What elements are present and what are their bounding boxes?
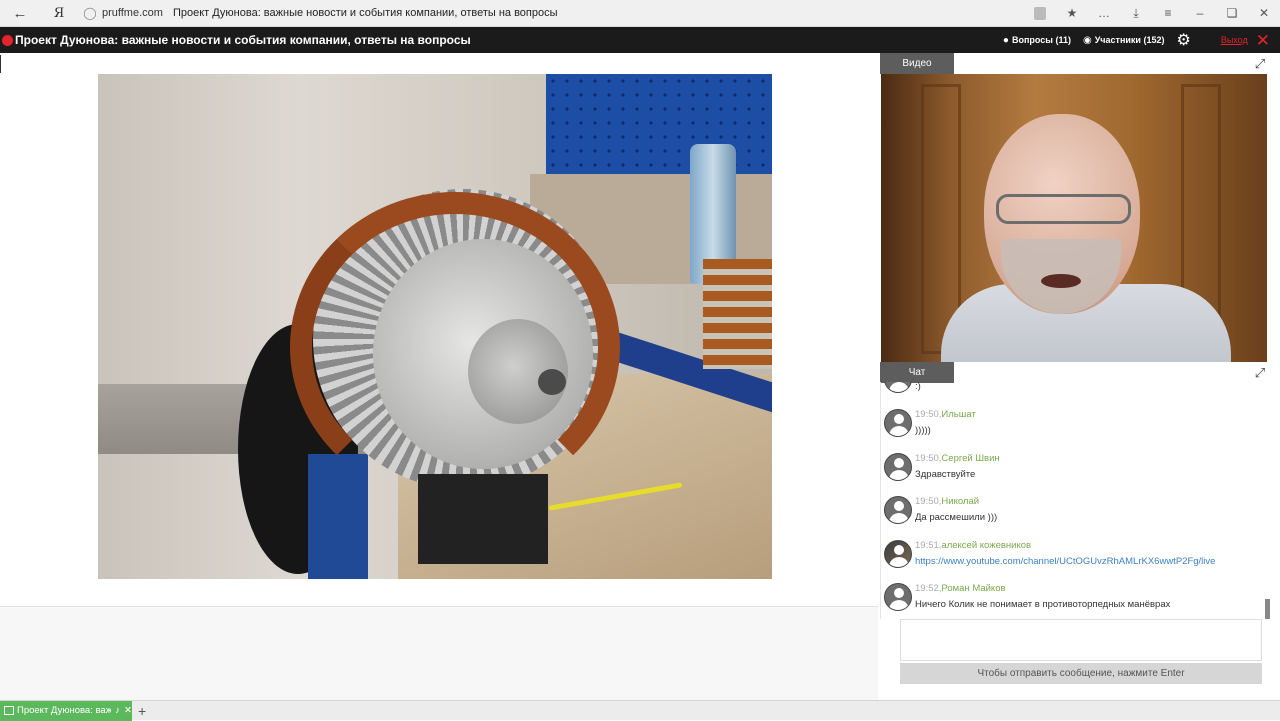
- active-tab[interactable]: Проект Дуюнова: важные новости и события…: [0, 700, 132, 721]
- message-author[interactable]: алексей кожевников: [941, 540, 1031, 551]
- address-domain[interactable]: pruffme.com: [102, 7, 163, 19]
- message-text: Да рассмешили ))): [915, 512, 998, 523]
- motor-shaft-shape: [538, 369, 566, 395]
- eye-icon: ◉: [1082, 34, 1092, 46]
- download-icon[interactable]: ⤓: [1120, 6, 1152, 21]
- star-icon[interactable]: ★: [1056, 6, 1088, 20]
- tab-strip: Проект Дуюнова: важные новости и события…: [0, 700, 1280, 721]
- chat-input[interactable]: [900, 619, 1262, 661]
- tab-favicon-icon: [4, 706, 14, 715]
- menu-icon[interactable]: ≡: [1152, 6, 1184, 20]
- message-link[interactable]: https://www.youtube.com/channel/UCtOGUvz…: [915, 556, 1215, 567]
- message-time: 19:50: [915, 496, 939, 507]
- text-cursor: [0, 55, 1, 73]
- page-icon: ◯: [83, 6, 97, 20]
- avatar: [884, 382, 912, 393]
- avatar: [884, 540, 912, 568]
- new-tab-icon[interactable]: +: [138, 703, 146, 719]
- stage-footer: [0, 607, 878, 700]
- message-meta: 19:50,Николай: [915, 496, 980, 507]
- speaker-icon[interactable]: ♪: [115, 705, 120, 716]
- message-time: 19:50: [915, 409, 939, 420]
- message-author[interactable]: Николай: [941, 496, 979, 507]
- chat-message: 19:50,Сергей Швин Здравствуйте: [881, 453, 1261, 497]
- message-text: :): [915, 382, 921, 392]
- restore-icon[interactable]: ❏: [1216, 6, 1248, 20]
- chat-message: 19:51,алексей кожевников https://www.you…: [881, 540, 1261, 584]
- tab-close-icon[interactable]: ✕: [124, 705, 132, 716]
- tab-label: Проект Дуюнова: важные новости и события…: [17, 705, 112, 716]
- pegboard-shape: [546, 74, 772, 176]
- chat-tab[interactable]: Чат: [880, 362, 954, 383]
- message-time: 19:51: [915, 540, 939, 551]
- chat-message: 19:50,Николай Да рассмешили ))): [881, 496, 1261, 540]
- questions-label: Вопросы (11): [1011, 35, 1071, 45]
- speaker-mouth-shape: [1041, 274, 1081, 288]
- presentation-slide-image: [98, 74, 772, 579]
- message-meta: 19:50,Сергей Швин: [915, 453, 1000, 464]
- avatar: [884, 496, 912, 524]
- coil-stack-shape: [703, 259, 772, 369]
- chat-message: 19:52,Роман Майков Ничего Колик не поним…: [881, 583, 1261, 619]
- message-author[interactable]: Сергей Швин: [941, 453, 999, 464]
- chat-message: :): [881, 382, 1261, 409]
- send-hint-button[interactable]: Чтобы отправить сообщение, нажмите Enter: [900, 663, 1262, 684]
- minimize-icon[interactable]: –: [1184, 6, 1216, 20]
- right-panel: Видео ⤢ Чат ⤢ :) 19:50,Ильшат ))))) 19:5…: [880, 53, 1270, 687]
- chat-messages[interactable]: :) 19:50,Ильшат ))))) 19:50,Сергей Швин …: [880, 382, 1270, 619]
- message-author[interactable]: Ильшат: [941, 409, 975, 420]
- message-meta: 19:51,алексей кожевников: [915, 540, 1032, 551]
- avatar: [884, 453, 912, 481]
- message-text: ))))): [915, 425, 931, 436]
- avatar: [884, 409, 912, 437]
- webinar-title: Проект Дуюнова: важные новости и события…: [15, 33, 471, 47]
- arrow-left-icon[interactable]: ←: [0, 5, 40, 22]
- browser-toolbar: ← Я ◯ pruffme.com Проект Дуюнова: важные…: [0, 0, 1280, 27]
- site-header: Проект Дуюнова: важные новости и события…: [0, 27, 1280, 53]
- questions-button[interactable]: ● Вопросы (11): [1003, 35, 1071, 46]
- participants-button[interactable]: ◉ Участники (152): [1083, 35, 1165, 46]
- message-time: 19:50: [915, 453, 939, 464]
- window-close-icon[interactable]: ✕: [1248, 6, 1280, 20]
- chat-message: 19:50,Ильшат ))))): [881, 409, 1261, 453]
- motor-base-shape: [418, 474, 548, 564]
- message-time: 19:52: [915, 583, 939, 594]
- expand-video-icon[interactable]: ⤢: [1253, 57, 1267, 71]
- gear-icon[interactable]: ⚙: [1176, 30, 1190, 50]
- message-text: Ничего Колик не понимает в противоторпед…: [915, 599, 1171, 610]
- browser-logo[interactable]: Я: [40, 6, 78, 21]
- logout-link[interactable]: Выход: [1221, 35, 1248, 45]
- expand-chat-icon[interactable]: ⤢: [1253, 366, 1267, 380]
- message-meta: 19:50,Ильшат: [915, 409, 976, 420]
- lock-icon[interactable]: [1034, 6, 1046, 20]
- presentation-stage: [0, 53, 878, 607]
- chat-scrollbar[interactable]: [1265, 599, 1270, 619]
- message-meta: 19:52,Роман Майков: [915, 583, 1006, 594]
- close-icon[interactable]: ✕: [1256, 32, 1270, 49]
- message-author[interactable]: Роман Майков: [941, 583, 1005, 594]
- participants-label: Участники (152): [1094, 35, 1165, 45]
- more-icon[interactable]: …: [1088, 6, 1120, 20]
- speech-bubble-icon: ●: [1002, 34, 1009, 46]
- video-tab[interactable]: Видео: [880, 53, 954, 74]
- webcam-video: [881, 74, 1267, 362]
- speaker-glasses-shape: [996, 194, 1131, 224]
- address-page-title[interactable]: Проект Дуюнова: важные новости и события…: [173, 7, 1034, 19]
- record-indicator-icon: [2, 34, 13, 46]
- message-text: Здравствуйте: [915, 469, 976, 480]
- avatar: [884, 583, 912, 611]
